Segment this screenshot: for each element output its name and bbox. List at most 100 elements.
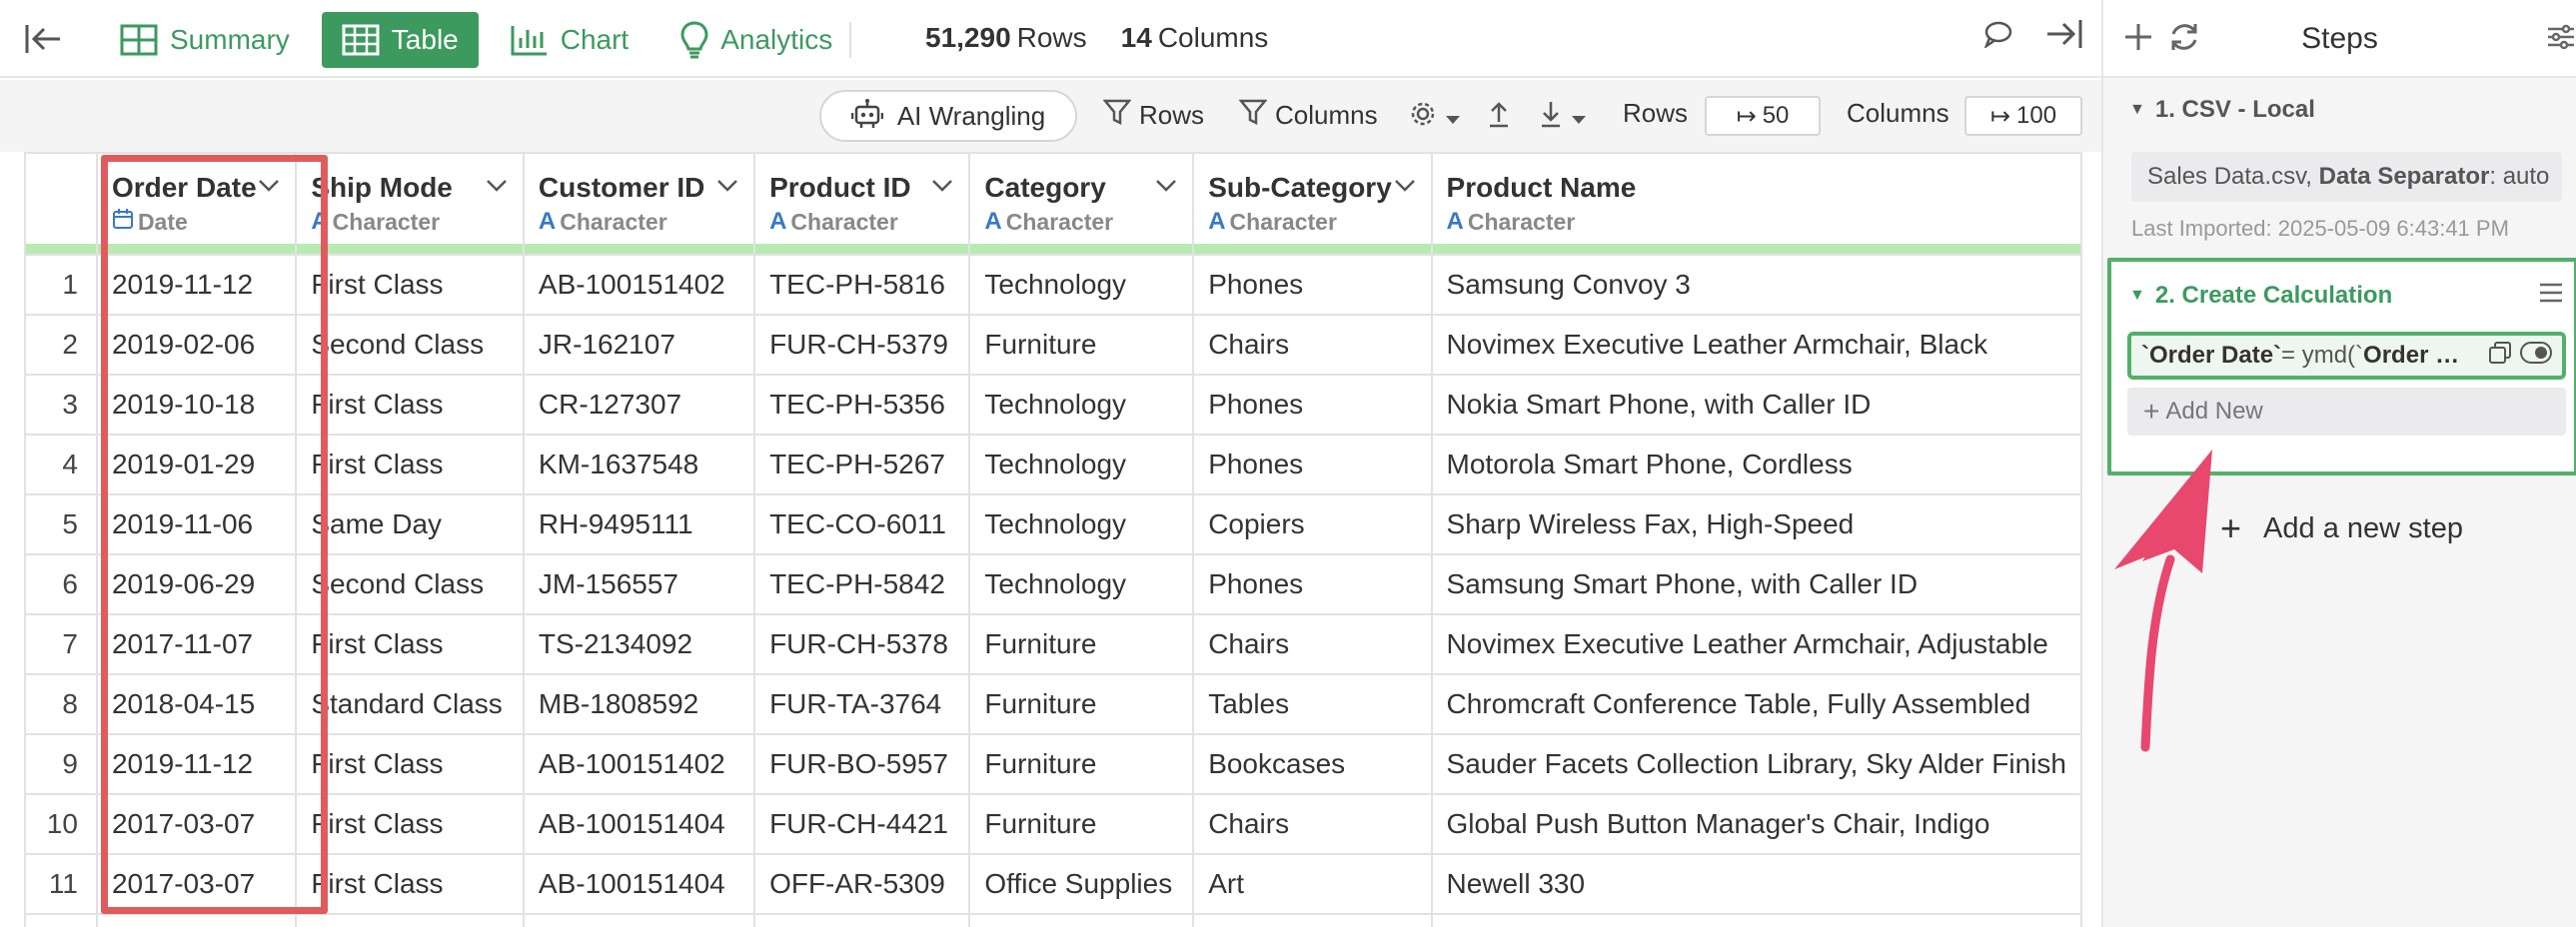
- table-cell[interactable]: Samsung Smart Phone, with Caller ID: [1430, 553, 2082, 615]
- table-cell[interactable]: AB-100151404: [522, 793, 756, 855]
- table-cell[interactable]: TEC-PH-5267: [753, 434, 971, 495]
- table-cell[interactable]: Second Class: [295, 314, 525, 376]
- table-cell[interactable]: Furniture: [968, 733, 1195, 795]
- table-cell[interactable]: Sauder Facets Collection Library, Sky Al…: [1430, 733, 2082, 795]
- table-row[interactable]: 3 2019-10-18 First Class CR-127307 TEC-PH-53…: [24, 374, 2082, 436]
- table-cell[interactable]: Furniture: [968, 314, 1195, 376]
- table-cell[interactable]: JM-156557: [522, 553, 756, 615]
- table-row[interactable]: 8 2018-04-15 Standard Class MB-1808592 FUR-T…: [24, 673, 2082, 735]
- table-cell[interactable]: 2017-11-07: [95, 613, 298, 675]
- tab-chart[interactable]: Chart: [491, 12, 648, 68]
- step-create-calculation[interactable]: ▼ 2. Create Calculation `Order Date` = y…: [2107, 258, 2576, 475]
- table-cell[interactable]: TEC-PH-5356: [753, 374, 971, 436]
- table-cell[interactable]: TEC-PH-5816: [753, 254, 971, 316]
- column-header[interactable]: Product ID A Character: [753, 152, 971, 256]
- table-cell[interactable]: Same Day: [295, 493, 525, 555]
- collapse-right-icon[interactable]: [2043, 18, 2083, 55]
- table-cell[interactable]: Nokia Smart Phone, with Caller ID: [1430, 374, 2082, 436]
- column-header[interactable]: Category A Character: [968, 152, 1195, 256]
- tab-summary[interactable]: Summary: [100, 12, 310, 68]
- table-cell[interactable]: Chairs: [1192, 314, 1433, 376]
- rows-limit-input[interactable]: ↦ 50: [1705, 96, 1821, 136]
- table-cell[interactable]: Technology: [968, 374, 1195, 436]
- table-cell[interactable]: AB-100151402: [522, 733, 756, 795]
- table-cell[interactable]: First Class: [295, 793, 525, 855]
- table-cell[interactable]: Chairs: [1192, 613, 1433, 675]
- table-cell[interactable]: FUR-CH-5378: [753, 613, 971, 675]
- table-cell[interactable]: 2018-04-15: [95, 673, 298, 735]
- ai-wrangling-button[interactable]: AI Wrangling: [819, 90, 1077, 142]
- table-row[interactable]: 1 2019-11-12 First Class AB-100151402 TEC-PH…: [24, 254, 2082, 316]
- table-cell[interactable]: Tables: [1192, 673, 1433, 735]
- table-cell[interactable]: 2019-06-29: [95, 553, 298, 615]
- columns-filter-button[interactable]: Columns: [1238, 98, 1378, 133]
- column-header[interactable]: Product Name A Character: [1430, 152, 2082, 256]
- table-cell[interactable]: First Class: [295, 374, 525, 436]
- table-cell[interactable]: Technology: [968, 493, 1195, 555]
- table-row[interactable]: 6 2019-06-29 Second Class JM-156557 TEC-PH-5…: [24, 553, 2082, 615]
- table-cell[interactable]: 2019-11-12: [95, 733, 298, 795]
- step-csv-local[interactable]: ▼ 1. CSV - Local Sales Data.csv, Data Se…: [2103, 96, 2576, 242]
- menu-icon[interactable]: [2538, 282, 2564, 311]
- table-cell[interactable]: KM-1637548: [522, 434, 756, 495]
- table-cell[interactable]: 2019-02-06: [95, 314, 298, 376]
- chevron-down-icon[interactable]: [257, 178, 281, 199]
- table-cell[interactable]: CR-127307: [522, 374, 756, 436]
- table-cell[interactable]: Global Push Button Manager's Chair, Indi…: [1430, 793, 2082, 855]
- comment-icon[interactable]: [1983, 20, 2013, 53]
- table-cell[interactable]: Copiers: [1192, 493, 1433, 555]
- table-cell[interactable]: 2017-03-07: [95, 793, 298, 855]
- table-cell[interactable]: Furniture: [968, 673, 1195, 735]
- tab-analytics[interactable]: Analytics: [660, 12, 852, 68]
- calculation-item[interactable]: `Order Date` = ymd(` Order …: [2127, 332, 2566, 380]
- table-cell[interactable]: 2019-10-18: [95, 374, 298, 436]
- table-cell[interactable]: AB-100151402: [522, 254, 756, 316]
- toggle-visibility-icon[interactable]: [2520, 341, 2552, 371]
- rows-filter-button[interactable]: Rows: [1102, 98, 1204, 133]
- table-cell[interactable]: Art: [1192, 853, 1433, 915]
- table-cell[interactable]: AB-100151404: [522, 853, 756, 915]
- table-cell[interactable]: FUR-CH-5379: [753, 314, 971, 376]
- table-cell[interactable]: JR-162107: [522, 314, 756, 376]
- table-cell[interactable]: First Class: [295, 853, 525, 915]
- table-cell[interactable]: Technology: [968, 254, 1195, 316]
- column-header[interactable]: Customer ID A Character: [522, 152, 756, 256]
- table-cell[interactable]: Phones: [1192, 374, 1433, 436]
- columns-limit-input[interactable]: ↦ 100: [1964, 96, 2082, 136]
- chevron-down-icon[interactable]: [1154, 178, 1178, 199]
- table-cell[interactable]: TEC-CO-6011: [753, 493, 971, 555]
- table-cell[interactable]: 2019-11-06: [95, 493, 298, 555]
- table-cell[interactable]: TEC-PH-5842: [753, 553, 971, 615]
- table-cell[interactable]: Chairs: [1192, 793, 1433, 855]
- chevron-down-icon[interactable]: [930, 178, 954, 199]
- table-cell[interactable]: 2019-11-12: [95, 254, 298, 316]
- add-new-button[interactable]: + Add New: [2127, 388, 2566, 436]
- table-cell[interactable]: Bookcases: [1192, 733, 1433, 795]
- table-cell[interactable]: Motorola Smart Phone, Cordless: [1430, 434, 2082, 495]
- chevron-down-icon[interactable]: [715, 178, 739, 199]
- column-header[interactable]: Sub-Category A Character: [1192, 152, 1433, 256]
- table-cell[interactable]: Standard Class: [295, 673, 525, 735]
- table-cell[interactable]: Furniture: [968, 793, 1195, 855]
- table-cell[interactable]: Novimex Executive Leather Armchair, Adju…: [1430, 613, 2082, 675]
- table-row[interactable]: 11 2017-03-07 First Class AB-100151404 OFF-A…: [24, 853, 2082, 915]
- table-cell[interactable]: First Class: [295, 613, 525, 675]
- table-cell[interactable]: 2017-03-07: [95, 853, 298, 915]
- table-cell[interactable]: First Class: [295, 434, 525, 495]
- table-cell[interactable]: FUR-TA-3764: [753, 673, 971, 735]
- table-cell[interactable]: Novimex Executive Leather Armchair, Blac…: [1430, 314, 2082, 376]
- table-cell[interactable]: MB-1808592: [522, 673, 756, 735]
- tab-table[interactable]: Table: [321, 12, 479, 68]
- table-cell[interactable]: 2019-01-29: [95, 434, 298, 495]
- table-cell[interactable]: FUR-BO-5957: [753, 733, 971, 795]
- chevron-down-icon[interactable]: [485, 178, 509, 199]
- table-cell[interactable]: Samsung Convoy 3: [1430, 254, 2082, 316]
- chevron-down-icon[interactable]: [1393, 178, 1417, 199]
- settings-dropdown[interactable]: [1409, 100, 1461, 135]
- sliders-icon[interactable]: [2546, 22, 2576, 57]
- copy-icon[interactable]: [2488, 341, 2512, 372]
- add-new-step-button[interactable]: + Add a new step: [2220, 507, 2463, 549]
- download-dropdown[interactable]: [1539, 100, 1587, 135]
- column-header[interactable]: Ship Mode A Character: [295, 152, 525, 256]
- table-cell[interactable]: Technology: [968, 553, 1195, 615]
